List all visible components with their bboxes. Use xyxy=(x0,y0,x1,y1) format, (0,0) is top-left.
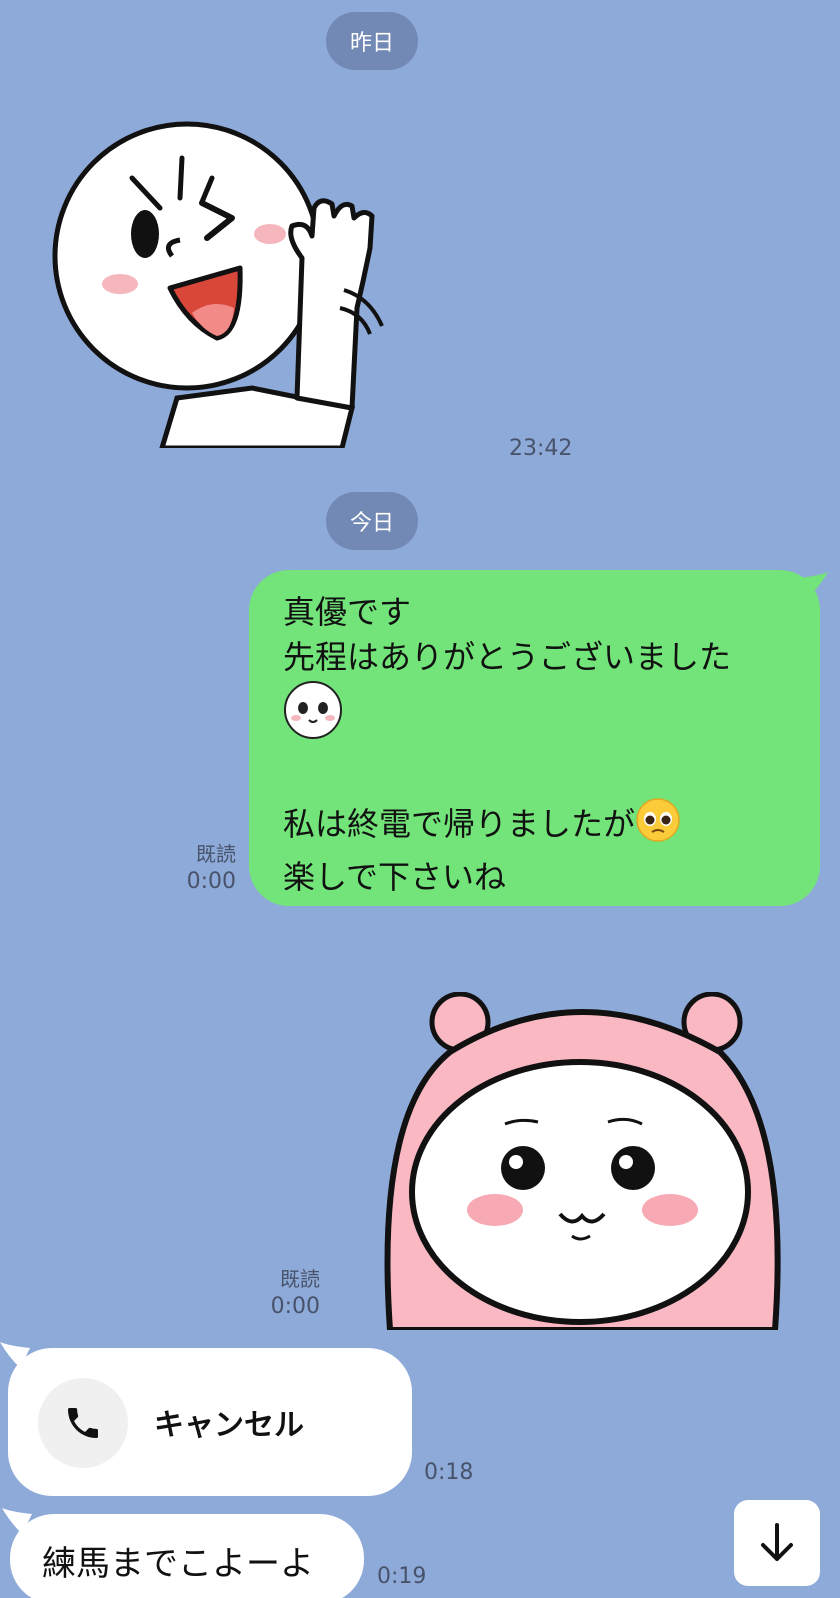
read-receipt: 既読 0:00 xyxy=(170,840,236,896)
message-line: 先程はありがとうございました xyxy=(283,638,732,676)
date-separator-yesterday: 昨日 xyxy=(326,12,418,70)
arrow-down-icon xyxy=(761,1523,793,1561)
pink-hood-character-image xyxy=(384,992,781,1330)
message-line: 楽しで下さいね xyxy=(283,858,507,896)
moon-face-emoji xyxy=(283,680,343,752)
read-label: 既読 xyxy=(280,1267,320,1291)
message-line: 真優です xyxy=(283,593,412,631)
sticker-waving-character[interactable] xyxy=(52,108,392,451)
date-label: 今日 xyxy=(349,511,394,536)
waving-character-image xyxy=(52,121,384,451)
sticker1-time: 23:42 xyxy=(509,436,573,461)
read-label: 既読 xyxy=(196,842,236,866)
date-separator-today: 今日 xyxy=(326,492,418,550)
call-message-bubble[interactable]: キャンセル xyxy=(0,1342,412,1496)
sticker-pink-hood-character[interactable] xyxy=(380,992,790,1330)
bubble-tail xyxy=(2,1508,32,1534)
bubble-tail xyxy=(0,1342,30,1368)
message-text: 練馬までこよーよ xyxy=(42,1544,314,1584)
call-status-label: キャンセル xyxy=(154,1408,304,1443)
message-text: 真優です 先程はありがとうございました 私は終電で帰りましたが 楽しで下さいね xyxy=(283,590,731,900)
phone-icon xyxy=(38,1378,128,1468)
pleading-face-emoji xyxy=(635,797,681,855)
message-time: 0:00 xyxy=(270,1294,320,1319)
date-label: 昨日 xyxy=(349,31,394,56)
read-receipt: 既読 0:00 xyxy=(250,1265,320,1321)
call-time: 0:18 xyxy=(424,1460,474,1485)
bubble-tail xyxy=(798,572,828,598)
sent-message-bubble[interactable]: 真優です 先程はありがとうございました 私は終電で帰りましたが 楽しで下さいね xyxy=(249,570,828,906)
message-time: 0:19 xyxy=(377,1564,427,1589)
scroll-to-bottom-button[interactable] xyxy=(734,1500,820,1586)
received-message-bubble[interactable]: 練馬までこよーよ xyxy=(2,1508,364,1598)
message-time: 0:00 xyxy=(186,869,236,894)
message-line: 私は終電で帰りましたが xyxy=(283,805,636,843)
